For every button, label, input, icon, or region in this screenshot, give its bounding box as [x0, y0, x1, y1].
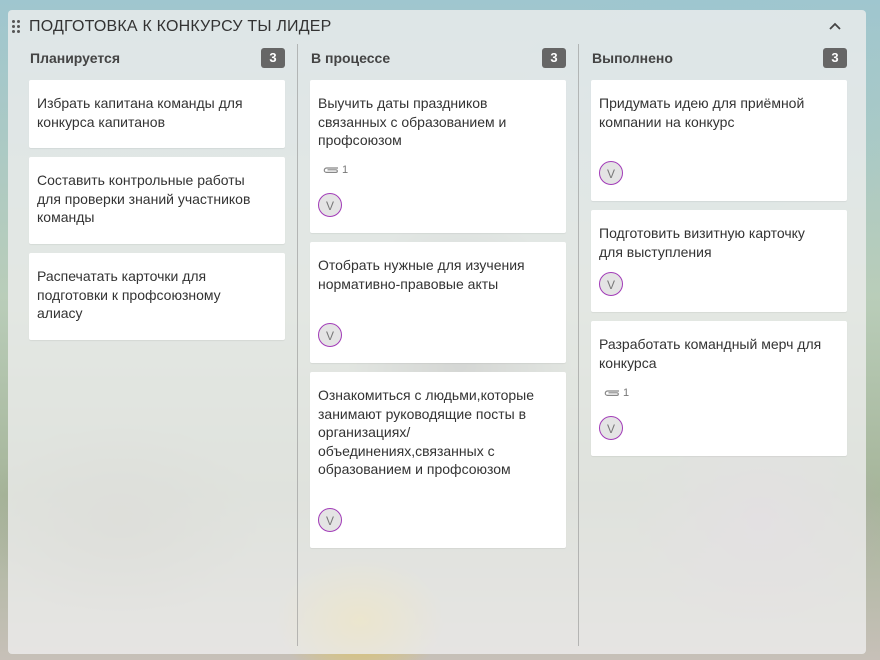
- column-done: Выполнено 3 Придумать идею для приёмной …: [591, 48, 847, 456]
- column-in-progress: В процессе 3 Выучить даты праздников свя…: [310, 48, 566, 548]
- column-header: В процессе 3: [310, 48, 566, 76]
- attachment-count: 1: [623, 387, 630, 399]
- avatar[interactable]: V: [599, 272, 623, 296]
- task-card[interactable]: Избрать капитана команды для конкурса ка…: [29, 80, 285, 148]
- drag-handle-icon[interactable]: [12, 20, 22, 34]
- card-count-badge: 3: [261, 48, 285, 68]
- card-count-badge: 3: [823, 48, 847, 68]
- column-title: Планируется: [30, 50, 121, 66]
- column-title: В процессе: [311, 50, 391, 66]
- card-text: Ознакомиться с людьми,которые занимают р…: [318, 387, 535, 477]
- paperclip-icon: [323, 167, 338, 173]
- column-divider: [297, 44, 298, 646]
- card-count-badge: 3: [542, 48, 566, 68]
- card-text: Разработать командный мерч для конкурса: [599, 336, 822, 371]
- task-card[interactable]: Придумать идею для приёмной компании на …: [591, 80, 847, 201]
- task-card[interactable]: Составить контрольные работы для проверк…: [29, 157, 285, 244]
- kanban-board: ПОДГОТОВКА К КОНКУРСУ ТЫ ЛИДЕР Планирует…: [8, 10, 866, 654]
- column-title: Выполнено: [592, 50, 673, 66]
- task-card[interactable]: Распечатать карточки для подготовки к пр…: [29, 253, 285, 340]
- task-card[interactable]: Подготовить визитную карточку для выступ…: [591, 210, 847, 312]
- card-text: Подготовить визитную карточку для выступ…: [599, 225, 805, 260]
- column-header: Выполнено 3: [591, 48, 847, 76]
- attachment-count: 1: [342, 164, 349, 176]
- card-text: Отобрать нужные для изучения нормативно-…: [318, 257, 525, 292]
- avatar[interactable]: V: [599, 161, 623, 185]
- card-text: Придумать идею для приёмной компании на …: [599, 95, 805, 130]
- avatar[interactable]: V: [318, 508, 342, 532]
- task-card[interactable]: Ознакомиться с людьми,которые занимают р…: [310, 372, 566, 548]
- attachment-indicator: 1: [322, 164, 348, 176]
- chevron-up-icon[interactable]: [828, 19, 842, 33]
- avatar[interactable]: V: [318, 323, 342, 347]
- board-header: ПОДГОТОВКА К КОНКУРСУ ТЫ ЛИДЕР: [8, 10, 866, 44]
- avatar[interactable]: V: [318, 193, 342, 217]
- column-planned: Планируется 3 Избрать капитана команды д…: [29, 48, 285, 340]
- attachment-indicator: 1: [603, 387, 629, 399]
- paperclip-icon: [604, 390, 619, 396]
- board-title: ПОДГОТОВКА К КОНКУРСУ ТЫ ЛИДЕР: [29, 18, 332, 35]
- avatar[interactable]: V: [599, 416, 623, 440]
- card-text: Избрать капитана команды для конкурса ка…: [37, 95, 243, 130]
- card-text: Распечатать карточки для подготовки к пр…: [37, 268, 221, 321]
- card-text: Составить контрольные работы для проверк…: [37, 172, 251, 225]
- column-divider: [578, 44, 579, 646]
- task-card[interactable]: Отобрать нужные для изучения нормативно-…: [310, 242, 566, 363]
- task-card[interactable]: Выучить даты праздников связанных с обра…: [310, 80, 566, 233]
- task-card[interactable]: Разработать командный мерч для конкурса …: [591, 321, 847, 456]
- card-text: Выучить даты праздников связанных с обра…: [318, 95, 507, 148]
- column-header: Планируется 3: [29, 48, 285, 76]
